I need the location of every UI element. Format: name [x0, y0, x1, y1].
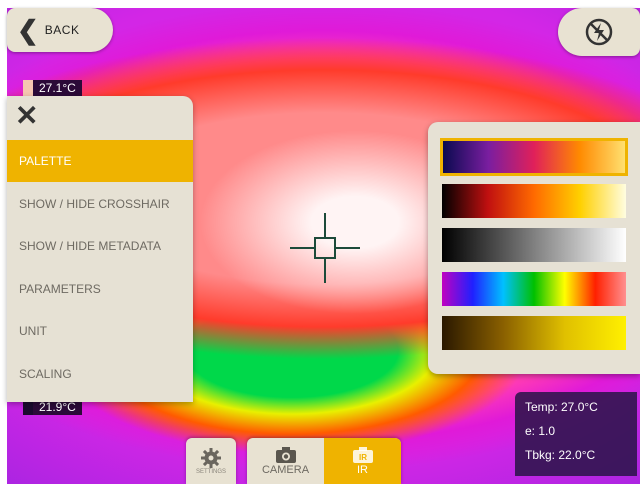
settings-menu: ✕ PALETTE SHOW / HIDE CROSSHAIR SHOW / H…: [7, 96, 193, 402]
menu-item-scaling[interactable]: SCALING: [7, 353, 193, 395]
menu-item-metadata[interactable]: SHOW / HIDE METADATA: [7, 225, 193, 267]
ir-label: IR: [357, 464, 368, 476]
gear-icon: [201, 448, 221, 468]
menu-item-parameters[interactable]: PARAMETERS: [7, 268, 193, 310]
camera-mode-button[interactable]: CAMERA: [247, 438, 324, 484]
menu-item-label: PARAMETERS: [19, 282, 101, 296]
temp-readout: Temp: 27.0°C: [525, 400, 598, 414]
palette-swatch-grayscale[interactable]: [440, 226, 628, 264]
palette-swatch-iron[interactable]: [440, 138, 628, 176]
menu-item-palette[interactable]: PALETTE: [7, 140, 193, 182]
mode-switch: CAMERA IR IR: [247, 438, 401, 484]
back-button[interactable]: ❮ BACK: [7, 8, 113, 52]
menu-item-crosshair[interactable]: SHOW / HIDE CROSSHAIR: [7, 183, 193, 225]
close-icon[interactable]: ✕: [15, 102, 38, 130]
palette-swatch-hot[interactable]: [440, 182, 628, 220]
palette-swatch-amber[interactable]: [440, 314, 628, 352]
settings-button[interactable]: SETTINGS: [186, 438, 236, 484]
scale-max-value: 27.1°C: [39, 81, 76, 95]
menu-item-label: SHOW / HIDE CROSSHAIR: [19, 197, 170, 211]
scale-max-label: 27.1°C: [23, 80, 82, 96]
ir-mode-button[interactable]: IR IR: [324, 438, 401, 484]
palette-selector: [428, 122, 640, 374]
emissivity-readout: e: 1.0: [525, 424, 556, 438]
back-label: BACK: [44, 23, 80, 37]
crosshair: [290, 213, 360, 283]
camera-label: CAMERA: [261, 464, 310, 476]
ir-camera-icon: IR: [352, 447, 373, 463]
menu-item-label: UNIT: [19, 324, 47, 338]
scale-max-swatch: [23, 80, 33, 96]
background-temp-readout: Tbkg: 22.0°C: [525, 448, 596, 462]
camera-icon: [275, 447, 296, 463]
palette-swatch-rainbow[interactable]: [440, 270, 628, 308]
menu-item-label: SHOW / HIDE METADATA: [19, 239, 162, 253]
svg-text:IR: IR: [359, 453, 367, 462]
settings-label: SETTINGS: [195, 469, 226, 475]
metadata-overlay: Temp: 27.0°C e: 1.0 Tbkg: 22.0°C: [515, 392, 637, 476]
chevron-left-icon: ❮: [17, 15, 39, 45]
menu-item-label: SCALING: [19, 367, 72, 381]
scale-min-value: 21.9°C: [39, 400, 76, 414]
flash-off-icon: [585, 18, 613, 46]
menu-item-label: PALETTE: [19, 154, 72, 168]
menu-item-unit[interactable]: UNIT: [7, 310, 193, 352]
flash-toggle-button[interactable]: [558, 8, 640, 56]
